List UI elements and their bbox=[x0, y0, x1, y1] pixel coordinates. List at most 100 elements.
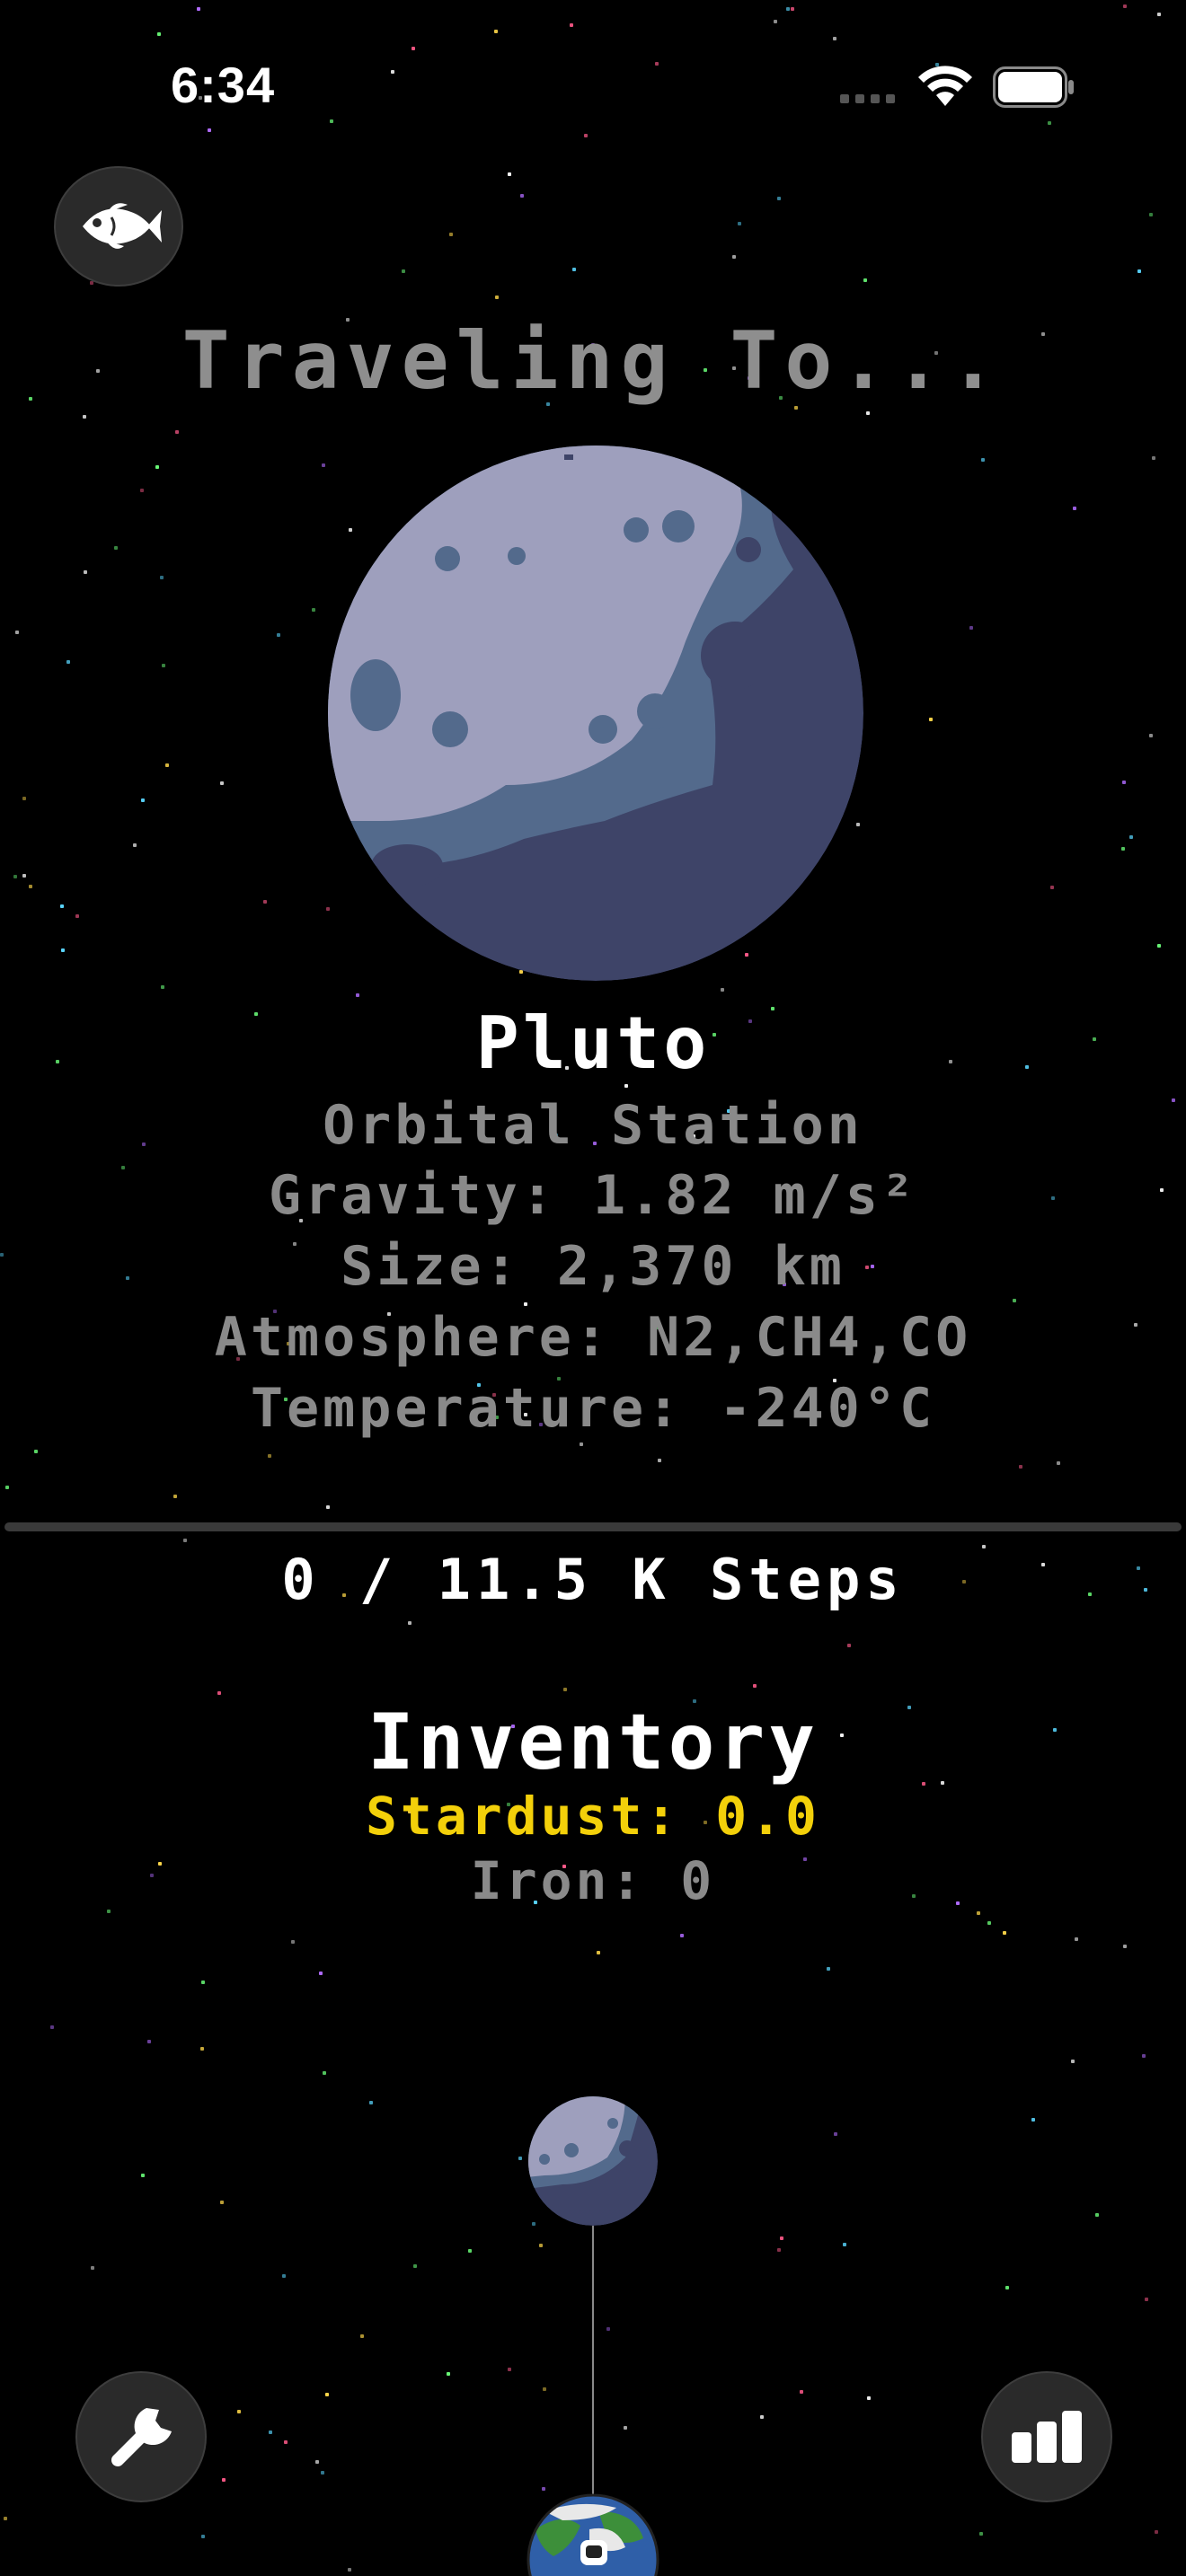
star bbox=[800, 2390, 803, 2394]
star bbox=[263, 900, 267, 904]
star bbox=[165, 763, 169, 767]
star bbox=[447, 2372, 450, 2376]
star bbox=[60, 904, 64, 908]
fish-icon bbox=[83, 203, 162, 249]
star bbox=[1157, 944, 1161, 948]
star bbox=[827, 1967, 830, 1971]
star bbox=[1149, 734, 1153, 737]
star bbox=[91, 2266, 94, 2270]
star bbox=[160, 576, 164, 579]
star bbox=[84, 570, 87, 574]
star bbox=[655, 62, 659, 66]
star bbox=[774, 20, 777, 23]
star bbox=[518, 2157, 522, 2160]
star bbox=[369, 2101, 373, 2104]
star bbox=[83, 415, 86, 419]
star bbox=[5, 1486, 9, 1489]
star bbox=[268, 1454, 271, 1458]
star bbox=[738, 222, 741, 225]
star bbox=[173, 1495, 177, 1498]
star bbox=[360, 2334, 364, 2338]
planet-gravity: Gravity: 1.82 m/s² bbox=[268, 1164, 918, 1227]
star bbox=[391, 70, 394, 74]
wifi-icon bbox=[918, 66, 972, 106]
star bbox=[777, 197, 781, 200]
star bbox=[680, 1934, 684, 1937]
travel-progress-bar bbox=[4, 1522, 1182, 1531]
star bbox=[413, 2264, 417, 2268]
star bbox=[220, 2201, 224, 2204]
star bbox=[866, 411, 870, 415]
star bbox=[315, 2460, 319, 2464]
star bbox=[348, 2568, 351, 2572]
star bbox=[277, 633, 280, 637]
star bbox=[833, 37, 836, 40]
star bbox=[326, 1505, 330, 1509]
star bbox=[624, 2426, 627, 2430]
star bbox=[777, 2248, 781, 2252]
star bbox=[786, 7, 790, 11]
star bbox=[408, 1621, 412, 1625]
star bbox=[34, 1450, 38, 1453]
star bbox=[1123, 1945, 1127, 1948]
star bbox=[1071, 2060, 1075, 2063]
star bbox=[412, 47, 415, 50]
star bbox=[981, 458, 985, 462]
planet-name: Pluto bbox=[475, 1001, 711, 1085]
star bbox=[269, 2430, 272, 2434]
star bbox=[402, 269, 405, 273]
star bbox=[863, 278, 867, 282]
star bbox=[539, 2244, 543, 2247]
star bbox=[1152, 456, 1155, 460]
cellular-signal-icon bbox=[840, 94, 895, 103]
star bbox=[969, 626, 973, 630]
star bbox=[543, 2387, 546, 2391]
star bbox=[29, 885, 32, 888]
steps-counter: 0 / 11.5 K Steps bbox=[281, 1547, 905, 1612]
star bbox=[468, 2249, 472, 2253]
star bbox=[4, 2517, 7, 2520]
star bbox=[495, 296, 499, 299]
star bbox=[162, 664, 165, 667]
star bbox=[208, 128, 211, 132]
star bbox=[843, 2243, 846, 2246]
star bbox=[1121, 847, 1125, 851]
star bbox=[217, 1691, 221, 1695]
inventory-title: Inventory bbox=[367, 1698, 819, 1787]
star bbox=[867, 2396, 871, 2400]
star bbox=[175, 430, 179, 434]
star bbox=[494, 30, 498, 33]
battery-icon bbox=[993, 66, 1074, 108]
pluto-planet-image bbox=[328, 446, 863, 981]
star bbox=[220, 781, 224, 785]
star bbox=[321, 2471, 324, 2475]
stats-button[interactable] bbox=[981, 2371, 1112, 2502]
star bbox=[200, 2047, 204, 2051]
star bbox=[760, 2415, 764, 2419]
destination-planet-icon bbox=[528, 2096, 658, 2226]
status-time: 6:34 bbox=[171, 57, 276, 113]
page-title: Traveling To... bbox=[181, 314, 1005, 407]
earth-planet-icon bbox=[527, 2493, 659, 2576]
star bbox=[157, 32, 161, 36]
star bbox=[140, 489, 144, 492]
fish-button[interactable] bbox=[54, 166, 183, 287]
star bbox=[979, 2532, 983, 2536]
wrench-icon bbox=[111, 2408, 172, 2466]
star bbox=[1013, 1299, 1016, 1302]
star bbox=[183, 1539, 187, 1542]
star bbox=[66, 660, 70, 664]
star bbox=[508, 172, 511, 176]
tools-button[interactable] bbox=[75, 2371, 207, 2502]
star bbox=[322, 463, 325, 467]
star bbox=[222, 2478, 226, 2482]
star bbox=[1142, 2054, 1146, 2058]
star bbox=[282, 2274, 286, 2278]
star bbox=[284, 2440, 288, 2444]
star bbox=[114, 546, 118, 550]
star bbox=[147, 2040, 151, 2043]
star bbox=[977, 1911, 980, 1915]
star bbox=[1157, 13, 1161, 16]
star bbox=[133, 843, 137, 847]
screen: 6:34 Traveling To... Pluto Orbital Stati… bbox=[0, 0, 1186, 2576]
